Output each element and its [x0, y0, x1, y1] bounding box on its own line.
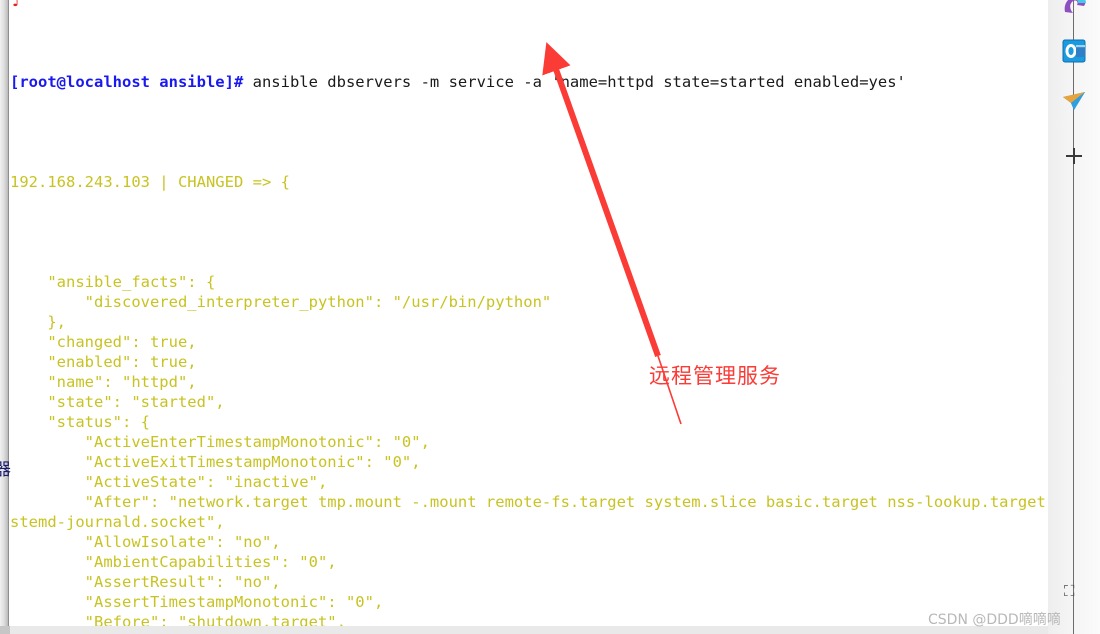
terminal-line: "Before": "shutdown.target",: [10, 613, 346, 626]
terminal-bottom-strip: [0, 626, 1048, 634]
terminal-line: "ActiveState": "inactive",: [10, 473, 328, 491]
screen-root: ♪ 器 [root@localhost ansible]# ansible db…: [0, 0, 1100, 634]
terminal-line: "enabled": true,: [10, 353, 197, 371]
outlook-icon[interactable]: [1061, 38, 1087, 64]
terminal-line: "state": "started",: [10, 393, 225, 411]
panel-expand-handle[interactable]: [1066, 148, 1082, 164]
terminal-line: stemd-journald.socket",: [10, 513, 225, 531]
result-header-line: 192.168.243.103 | CHANGED => {: [10, 173, 290, 191]
terminal-window[interactable]: ♪ 器 [root@localhost ansible]# ansible db…: [0, 0, 1048, 626]
terminal-line: "AssertResult": "no",: [10, 573, 281, 591]
annotation-label: 远程管理服务: [649, 364, 781, 388]
terminal-line: "discovered_interpreter_python": "/usr/b…: [10, 293, 552, 311]
terminal-line: "ansible_facts": {: [10, 273, 216, 291]
terminal-line: "AmbientCapabilities": "0",: [10, 553, 337, 571]
terminal-line: "AllowIsolate": "no",: [10, 533, 281, 551]
terminal-line: "AssertTimestampMonotonic": "0",: [10, 593, 384, 611]
shell-command: ansible dbservers -m service -a 'name=ht…: [243, 73, 906, 91]
selection-cursor-icon: ⛶: [1064, 582, 1075, 600]
terminal-output: [root@localhost ansible]# ansible dbserv…: [10, 0, 1048, 626]
watermark: CSDN @DDD嘀嘀嘀: [928, 612, 1061, 628]
json-output-lines: "ansible_facts": { "discovered_interpret…: [10, 272, 1048, 626]
terminal-line: "changed": true,: [10, 333, 197, 351]
terminal-bottom-strip-edge: [0, 626, 10, 634]
terminal-left-rail: [0, 0, 8, 626]
terminal-prompt-line: [root@localhost ansible]# ansible dbserv…: [10, 72, 1048, 92]
terminal-line: "ActiveExitTimestampMonotonic": "0",: [10, 453, 421, 471]
terminal-left-rail-line: [8, 0, 9, 626]
terminal-line: "name": "httpd",: [10, 373, 197, 391]
terminal-line: "After": "network.target tmp.mount -.mou…: [10, 493, 1048, 511]
terminal-line: },: [10, 313, 66, 331]
terminal-line: "status": {: [10, 413, 150, 431]
terminal-line: "ActiveEnterTimestampMonotonic": "0",: [10, 433, 430, 451]
shell-prompt: [root@localhost ansible]#: [10, 73, 244, 91]
purple-swirl-icon[interactable]: [1061, 0, 1087, 18]
telegram-plane-icon[interactable]: [1061, 88, 1087, 114]
